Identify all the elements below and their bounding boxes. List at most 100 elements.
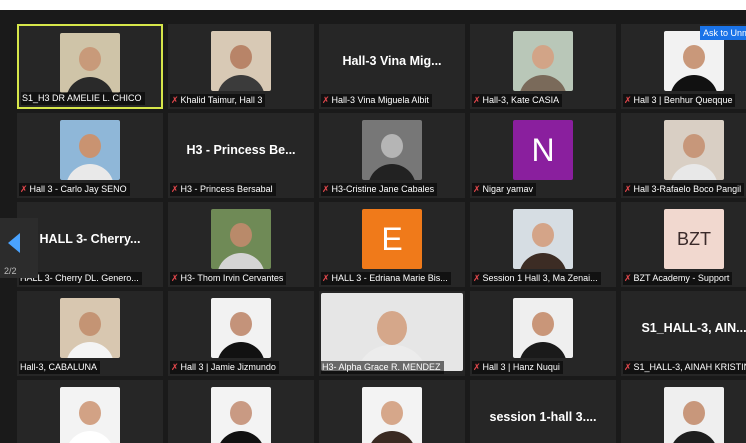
participant-name-label: ✗ Hall-3, Kate CASIA (472, 94, 563, 107)
participant-name-label: ✗ Hall 3 | Benhur Queqque (623, 94, 736, 107)
participant-name-label: S1_H3 DR AMELIE L. CHICO (21, 92, 145, 105)
participant-tile[interactable] (17, 380, 163, 443)
participant-name: Hall-3, CABALUNA (20, 362, 98, 372)
participant-tile[interactable]: ✗ Hall 3-Rafaelo Boco Pangil (621, 113, 746, 198)
participant-name-label: ✗ Khalid Taimur, Hall 3 (170, 94, 266, 107)
previous-page-button[interactable]: 2/2 (0, 218, 38, 278)
participant-name-label: ✗ Hall-3 Vina Miguela Albit (321, 94, 432, 107)
participant-name: H3- Alpha Grace R. MENDEZ (322, 362, 441, 372)
participant-tile[interactable] (621, 380, 746, 443)
video-gallery: S1_H3 DR AMELIE L. CHICO ✗ Khalid Taimur, … (0, 10, 746, 443)
participant-name-label: Hall-3, CABALUNA (19, 361, 101, 374)
participant-name: H3 - Princess Bersabal (180, 184, 273, 194)
participant-video (513, 209, 573, 269)
muted-mic-icon: ✗ (322, 273, 330, 283)
participant-video (664, 120, 724, 180)
participant-tile[interactable] (319, 380, 465, 443)
muted-mic-icon: ✗ (624, 184, 632, 194)
participant-name: Nigar yamav (482, 184, 534, 194)
participant-tile[interactable]: BZT ✗ BZT Academy - Support (621, 202, 746, 287)
participant-name: Hall-3 Vina Miguela Albit (331, 95, 429, 105)
avatar-logo: BZT (664, 209, 724, 269)
participant-name-label: ✗ Hall 3-Rafaelo Boco Pangil (623, 183, 745, 196)
participant-display-name: Hall-3 Vina Mig... (342, 54, 442, 68)
participant-name-label: ✗ Hall 3 - Carlo Jay SENO (19, 183, 130, 196)
participant-tile[interactable]: Ask to Unmute ✗Hall 3 | Benhur Queqque (621, 24, 746, 109)
participant-name: H3-Cristine Jane Cabales (331, 184, 435, 194)
participant-video (362, 387, 422, 443)
participant-tile[interactable]: HALL 3- Cherry... HALL 3- Cherry DL. Gene… (17, 202, 163, 287)
participant-tile[interactable]: ✗ H3-Cristine Jane Cabales (319, 113, 465, 198)
participant-tile[interactable]: S1_H3 DR AMELIE L. CHICO (17, 24, 163, 109)
muted-mic-icon: ✗ (624, 273, 632, 283)
participant-name-label: ✗ Session 1 Hall 3, Ma Zenai... (472, 272, 601, 285)
participant-video (60, 298, 120, 358)
ask-to-unmute-button[interactable]: Ask to Unmute (699, 26, 746, 40)
participant-name: Hall 3 - Carlo Jay SENO (29, 184, 127, 194)
participant-display-name: HALL 3- Cherry... (39, 232, 141, 246)
participant-tile[interactable]: ✗ Khalid Taimur, Hall 3 (168, 24, 314, 109)
participant-name: Khalid Taimur, Hall 3 (180, 95, 263, 105)
participant-video (664, 387, 724, 443)
participant-tile[interactable]: E ✗ HALL 3 - Edriana Marie Bis... (319, 202, 465, 287)
muted-mic-icon: ✗ (322, 95, 330, 105)
participant-video (60, 33, 120, 93)
participant-video (211, 209, 271, 269)
participant-name-label: ✗ Hall 3 | Hanz Nuqui (472, 361, 563, 374)
participant-tile[interactable]: ✗ Hall-3, Kate CASIA (470, 24, 616, 109)
participant-video (60, 120, 120, 180)
muted-mic-icon: ✗ (473, 184, 481, 194)
participant-tile[interactable]: Hall-3, CABALUNA (17, 291, 163, 376)
participant-display-name: session 1-hall 3.... (489, 410, 597, 424)
participant-name-label: ✗ H3-Cristine Jane Cabales (321, 183, 438, 196)
participant-display-name: S1_HALL-3, AIN... (641, 321, 746, 335)
participant-name: Hall 3 | Jamie Jizmundo (180, 362, 276, 372)
avatar-initial: N (513, 120, 573, 180)
muted-mic-icon: ✗ (624, 95, 632, 105)
participant-display-name: H3 - Princess Be... (186, 143, 296, 157)
participant-name-label: ✗ Hall 3 | Jamie Jizmundo (170, 361, 279, 374)
participant-tile[interactable] (168, 380, 314, 443)
participant-tile[interactable]: H3- Alpha Grace R. MENDEZ (319, 291, 465, 376)
participant-name: Hall 3-Rafaelo Boco Pangil (633, 184, 742, 194)
participant-name-label: ✗ BZT Academy - Support (623, 272, 733, 285)
muted-mic-icon: ✗ (322, 184, 330, 194)
participant-video (513, 298, 573, 358)
participant-tile[interactable]: Hall-3 Vina Mig... ✗ Hall-3 Vina Miguela A… (319, 24, 465, 109)
muted-mic-icon: ✗ (20, 184, 28, 194)
participant-name: S1_H3 DR AMELIE L. CHICO (22, 93, 142, 103)
participant-video (513, 31, 573, 91)
participant-name: S1_HALL-3, AINAH KRISTINE (633, 362, 746, 372)
participant-tile[interactable]: S1_HALL-3, AIN... ✗ S1_HALL-3, AINAH KRIST… (621, 291, 746, 376)
muted-mic-icon: ✗ (473, 273, 481, 283)
participant-video (211, 298, 271, 358)
avatar-initial: E (362, 209, 422, 269)
participant-name: Session 1 Hall 3, Ma Zenai... (482, 273, 598, 283)
participant-video (211, 31, 271, 91)
participant-name-label: H3- Alpha Grace R. MENDEZ (321, 361, 444, 374)
participant-tile[interactable]: H3 - Princess Be... ✗ H3 - Princess Bersab… (168, 113, 314, 198)
chevron-left-icon (8, 233, 20, 253)
participant-tile[interactable]: ✗ Hall 3 | Hanz Nuqui (470, 291, 616, 376)
participant-tile[interactable]: session 1-hall 3.... (470, 380, 616, 443)
muted-mic-icon: ✗ (171, 273, 179, 283)
participant-name-label: ✗ H3 - Princess Bersabal (170, 183, 276, 196)
participant-video (211, 387, 271, 443)
muted-mic-icon: ✗ (473, 362, 481, 372)
muted-mic-icon: ✗ (624, 362, 632, 372)
participant-tile[interactable]: ✗ Hall 3 | Jamie Jizmundo (168, 291, 314, 376)
participant-tile[interactable]: N ✗ Nigar yamav (470, 113, 616, 198)
participant-video (362, 120, 422, 180)
participant-name: Hall 3 | Benhur Queqque (633, 95, 733, 105)
muted-mic-icon: ✗ (473, 95, 481, 105)
participant-tile[interactable]: ✗ Session 1 Hall 3, Ma Zenai... (470, 202, 616, 287)
participant-name-label: ✗ H3- Thom Irvin Cervantes (170, 272, 287, 285)
page-indicator: 2/2 (4, 266, 17, 276)
participant-video (321, 293, 463, 371)
participant-video (664, 31, 724, 91)
muted-mic-icon: ✗ (171, 95, 179, 105)
participant-name-label: ✗ Nigar yamav (472, 183, 537, 196)
participant-tile[interactable]: ✗ H3- Thom Irvin Cervantes (168, 202, 314, 287)
participant-name: Hall-3, Kate CASIA (482, 95, 560, 105)
participant-tile[interactable]: ✗ Hall 3 - Carlo Jay SENO (17, 113, 163, 198)
